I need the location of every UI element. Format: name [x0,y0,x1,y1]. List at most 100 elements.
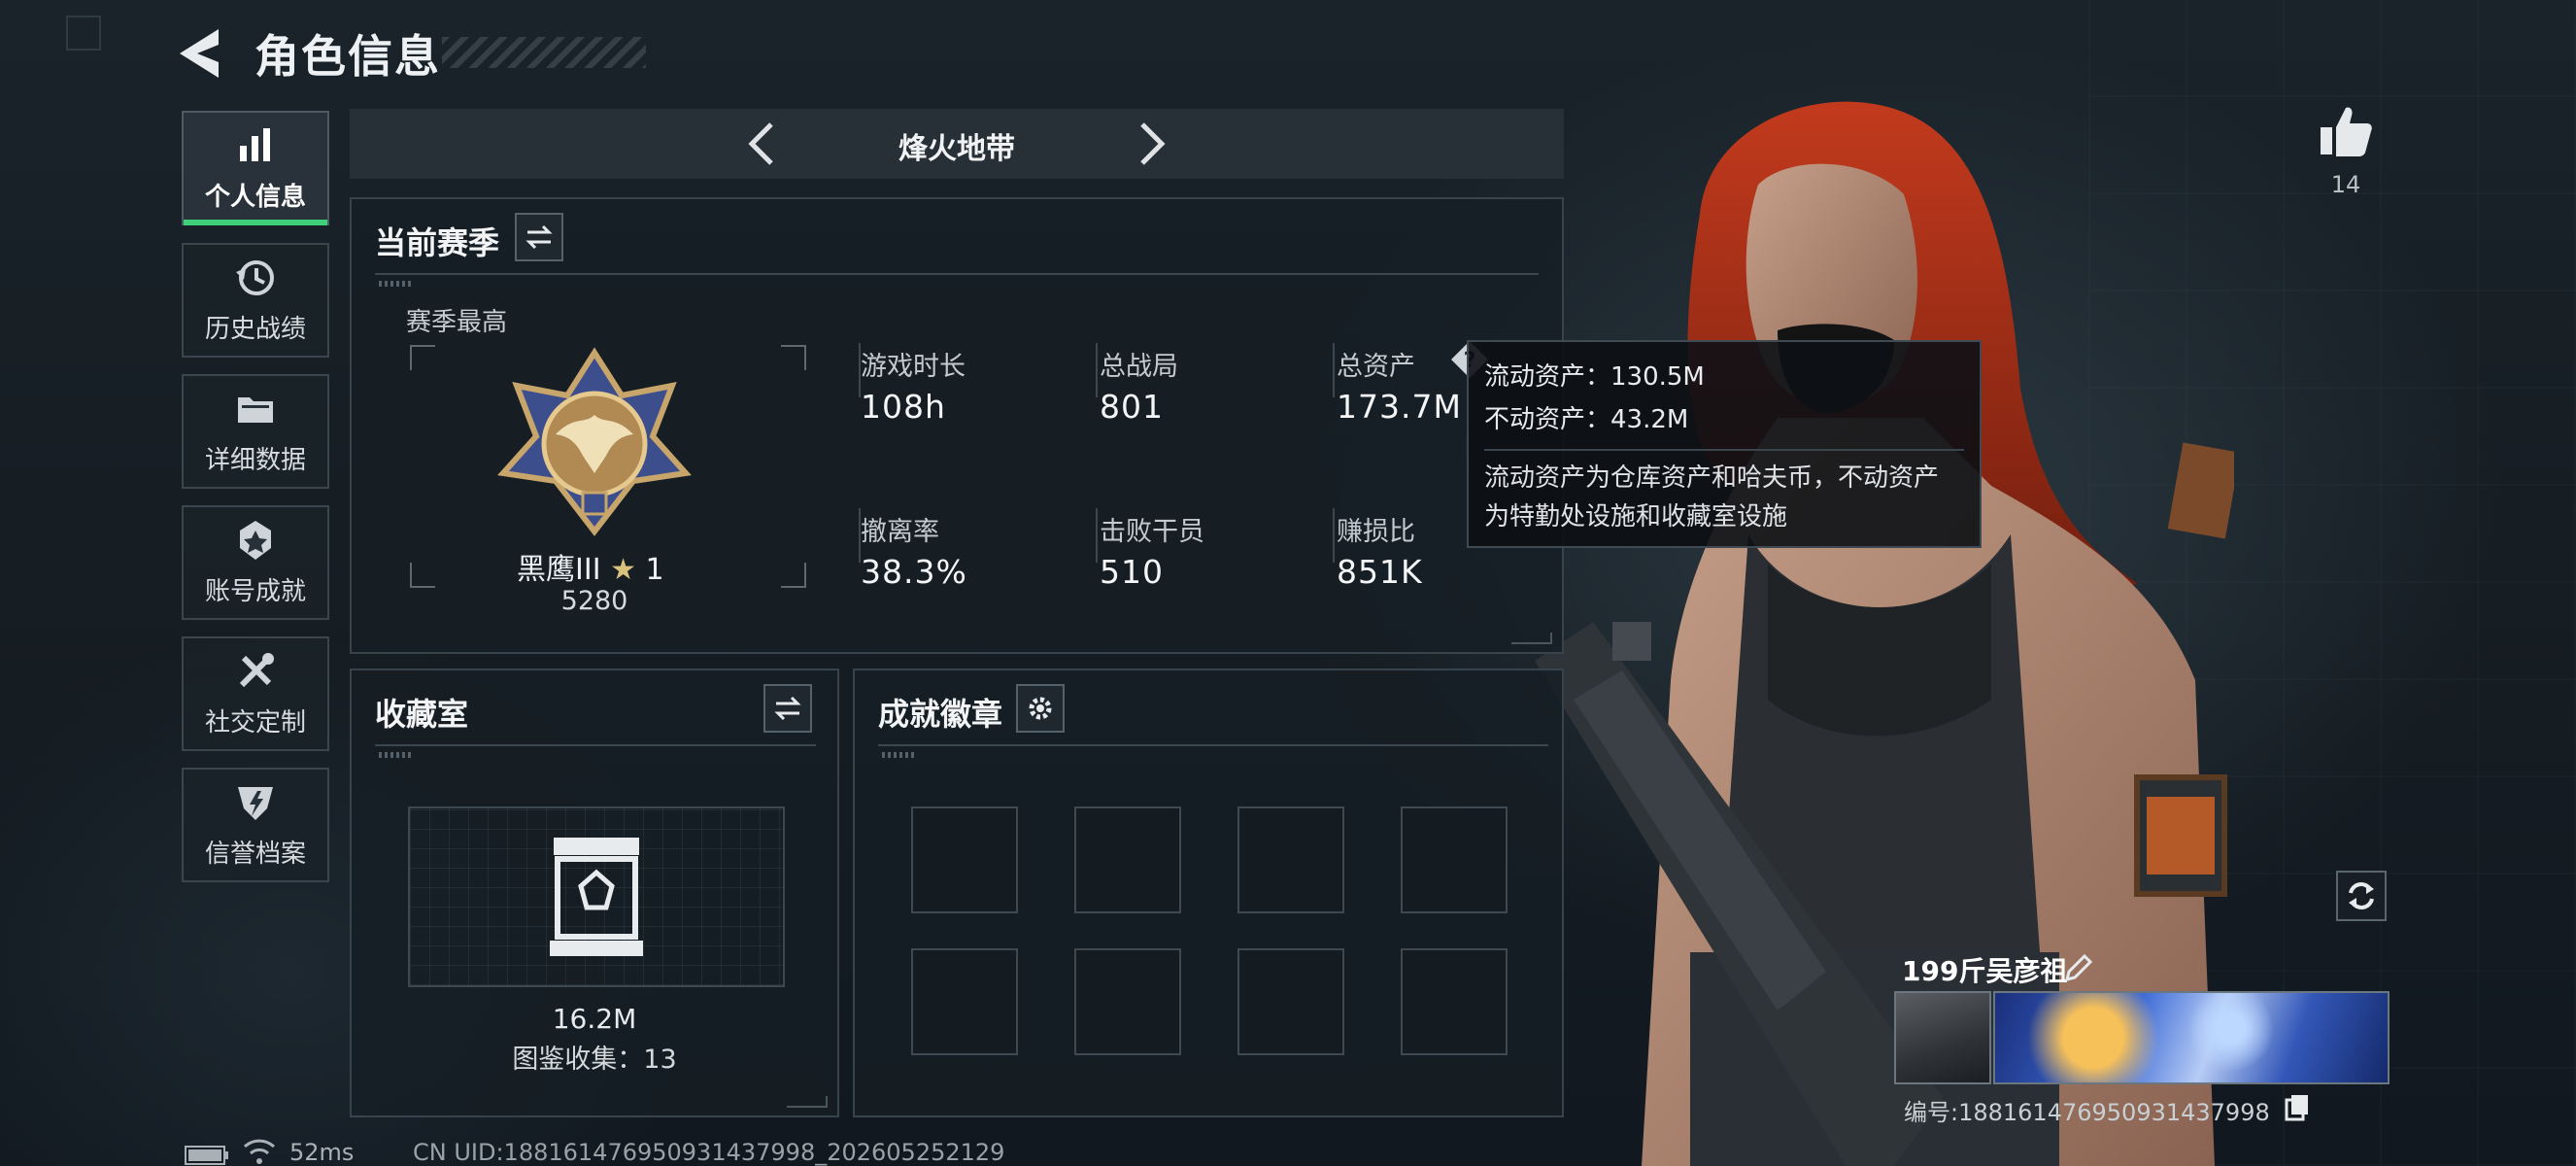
player-name: 199斤吴彦祖 [1902,955,2068,987]
decoration [882,752,915,758]
nav-item-label: 历史战绩 [204,314,306,344]
nav-item-label: 账号成就 [204,576,306,606]
title-decoration [442,37,646,68]
tooltip-divider [1484,449,1964,451]
stat-label-total-matches: 总战局 [1100,352,1178,382]
badge-slot[interactable] [1237,948,1344,1055]
stat-label-profit-ratio: 赚损比 [1337,517,1415,547]
like-count: 14 [2330,171,2361,198]
stat-separator [1096,508,1098,563]
folder-icon [238,396,273,423]
nav-item-social[interactable]: 社交定制 [182,636,329,751]
badge-slot[interactable] [1401,806,1508,913]
nav-item-history[interactable]: 历史战绩 [182,243,329,358]
copy-icon[interactable] [2283,1092,2312,1121]
badge-slot[interactable] [911,948,1018,1055]
collection-switch-button[interactable] [763,684,812,733]
player-uid: 编号:188161476950931437998 [1904,1099,2270,1126]
assets-tooltip: 流动资产：130.5M 不动资产：43.2M 流动资产为仓库资产和哈夫币，不动资… [1467,340,1982,548]
badge-slot[interactable] [1401,948,1508,1055]
tooltip-desc-line-1: 流动资产为仓库资产和哈夫币，不动资产 [1484,463,1940,493]
season-title: 当前赛季 [375,224,500,261]
divider [375,273,1539,275]
nav-item-personal-info[interactable]: 个人信息 [182,111,329,225]
decoration [379,752,412,758]
stat-value-total-matches: 801 [1100,388,1164,426]
refresh-icon [2349,882,2374,909]
badge-slot[interactable] [1074,806,1181,913]
achievements-panel[interactable]: 成就徽章 [853,669,1564,1117]
mode-selector: 烽火地带 [350,109,1564,179]
collection-panel[interactable]: 收藏室 16.2M 图鉴收集：13 [350,669,839,1117]
collection-title: 收藏室 [375,696,469,733]
tooltip-liquid-assets: 流动资产：130.5M [1484,362,1705,392]
cn-uid-text: CN UID:188161476950931437998_20260525212… [413,1139,1005,1166]
rank-score: 5280 [560,586,628,616]
stat-separator [1096,343,1098,397]
chevron-left-icon[interactable] [738,119,787,169]
divider [878,744,1548,746]
collection-count: 图鉴收集：13 [512,1045,677,1075]
frame-corner [781,345,806,370]
achievements-settings-button[interactable] [1016,684,1065,733]
stat-value-profit-ratio: 851K [1337,553,1423,591]
decoration [379,281,412,287]
frame-corner [781,563,806,588]
battery-icon [185,1146,228,1165]
season-peak-label: 赛季最高 [406,308,508,337]
rank-stars: 1 [645,553,664,587]
corner-decoration [66,16,101,51]
mode-title: 烽火地带 [898,132,1015,166]
collection-value: 16.2M [552,1003,637,1035]
frame-corner [410,563,435,588]
stat-separator [1333,508,1335,563]
nav-item-detail-data[interactable]: 详细数据 [182,374,329,489]
divider [375,744,816,746]
avatar[interactable] [1894,991,1991,1084]
rank-name: 黑鹰III [517,553,601,587]
frame-corner [410,345,435,370]
stat-value-total-assets: 173.7M [1337,388,1462,426]
stat-separator [1333,343,1335,397]
rank-line: 黑鹰III ★ 1 [517,545,672,588]
nav-item-credit[interactable]: 信誉档案 [182,768,329,882]
stat-label-operator-kills: 击败干员 [1100,517,1204,547]
stat-label-total-assets: 总资产 [1337,352,1415,382]
collection-cabinet-icon [550,838,643,956]
stat-value-playtime: 108h [861,388,946,426]
star-icon: ★ [610,553,636,587]
swap-icon [774,696,801,721]
tools-icon [239,652,274,687]
tooltip-desc-line-2: 为特勤处设施和收藏室设施 [1484,502,1788,532]
badge-slot[interactable] [1074,948,1181,1055]
nav-item-label: 详细数据 [204,445,306,475]
edit-icon[interactable] [2063,952,2094,983]
nav-item-label: 个人信息 [204,182,306,212]
stat-label-playtime: 游戏时长 [861,352,966,382]
stat-label-extraction-rate: 撤离率 [861,517,939,547]
rotate-model-button[interactable] [2336,871,2387,921]
back-arrow-icon[interactable] [180,27,228,80]
black-hawk-rank-badge-icon [497,347,692,536]
season-panel: 当前赛季 赛季最高 黑鹰III ★ 1 5280 游戏时长 108h 总战局 8… [350,197,1564,654]
badge-slot[interactable] [911,806,1018,913]
nav-item-achievements[interactable]: 账号成就 [182,505,329,620]
thumbs-up-icon[interactable] [2317,102,2375,160]
page-title: 角色信息 [254,30,441,83]
shield-icon [238,786,273,820]
nav-item-label: 信誉档案 [204,839,306,869]
tooltip-fixed-assets: 不动资产：43.2M [1484,405,1689,434]
chevron-right-icon[interactable] [1127,119,1175,169]
season-switch-button[interactable] [515,213,563,261]
history-icon [236,259,274,295]
wifi-icon [243,1139,276,1164]
badge-slot[interactable] [1237,806,1344,913]
ping-text: 52ms [289,1139,355,1166]
achievement-icon [240,520,271,560]
gear-icon [1029,697,1052,720]
achievements-title: 成就徽章 [878,696,1003,733]
player-banner[interactable] [1993,991,2390,1084]
nav-item-label: 社交定制 [204,707,306,737]
bar-chart-icon [240,127,270,161]
stat-value-operator-kills: 510 [1100,553,1164,591]
